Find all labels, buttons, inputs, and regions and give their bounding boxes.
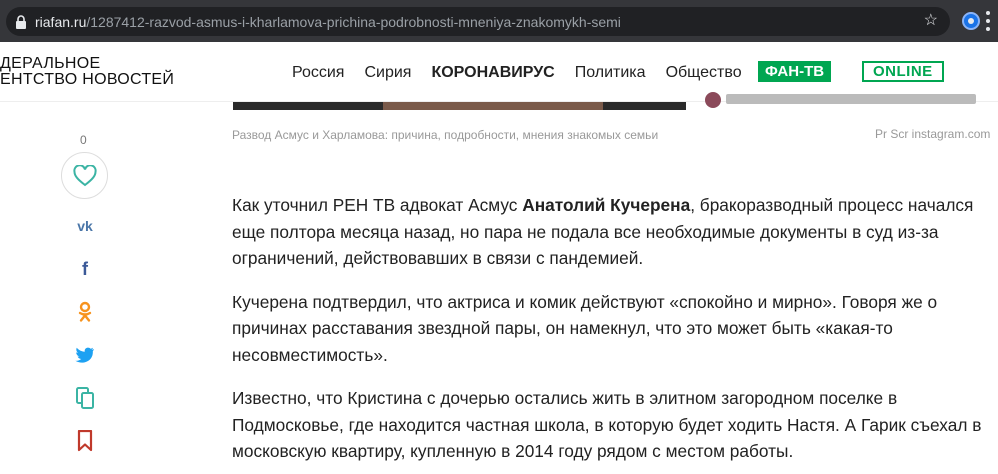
article-paragraph-2: Кучерена подтвердил, что актриса и комик… <box>232 291 938 365</box>
url-path: /1287412-razvod-asmus-i-kharlamova-prich… <box>86 14 621 30</box>
like-button[interactable] <box>61 152 108 199</box>
nav-politics[interactable]: Политика <box>575 64 646 82</box>
facebook-share-button[interactable]: f <box>72 256 98 282</box>
copy-icon <box>76 387 94 409</box>
copy-link-button[interactable] <box>72 385 98 411</box>
twitter-share-button[interactable] <box>72 342 98 368</box>
logo-line-1: ДЕРАЛЬНОЕ <box>0 55 101 72</box>
article-body: Как уточнил РЕН ТВ адвокат Асмус Анатоли… <box>232 192 982 474</box>
url-text[interactable]: riafan.ru/1287412-razvod-asmus-i-kharlam… <box>35 14 621 30</box>
heart-icon <box>72 164 97 186</box>
nav-syria[interactable]: Сирия <box>364 64 411 82</box>
vk-icon: vk <box>77 218 93 234</box>
p1-start: Как уточнил РЕН ТВ адвокат Асмус <box>232 195 523 215</box>
image-credit: Pr Scr instagram.com <box>875 127 991 141</box>
nav-coronavirus[interactable]: КОРОНАВИРУС <box>431 64 554 82</box>
logo-line-2: ЕНТСТВО НОВОСТЕЙ <box>0 71 175 88</box>
bookmark-icon <box>77 430 93 452</box>
instagram-embed-header <box>726 94 976 104</box>
fan-tv-button[interactable]: ФАН-ТВ <box>758 61 832 82</box>
article-paragraph-3: Известно, что Кристина с дочерью осталис… <box>232 388 982 461</box>
odnoklassniki-share-button[interactable] <box>72 299 98 325</box>
twitter-icon <box>75 347 94 363</box>
browser-menu-icon[interactable] <box>986 11 990 31</box>
odnoklassniki-icon <box>78 301 92 322</box>
vk-share-button[interactable]: vk <box>72 213 98 239</box>
address-bar[interactable]: riafan.ru/1287412-razvod-asmus-i-kharlam… <box>6 7 950 36</box>
main-nav: Россия Сирия КОРОНАВИРУС Политика Общест… <box>292 62 762 84</box>
facebook-icon: f <box>82 258 88 279</box>
site-header: ДЕРАЛЬНОЕ ЕНТСТВО НОВОСТЕЙ Россия Сирия … <box>0 42 998 102</box>
instagram-avatar <box>705 92 721 108</box>
lock-icon <box>16 15 26 29</box>
bookmark-button[interactable] <box>72 428 98 454</box>
nav-russia[interactable]: Россия <box>292 64 344 82</box>
lawyer-name: Анатолий Кучерена <box>522 195 691 215</box>
article-paragraph-1: Как уточнил РЕН ТВ адвокат Асмус Анатоли… <box>232 192 982 272</box>
extension-icon[interactable] <box>962 12 980 30</box>
site-logo[interactable]: ДЕРАЛЬНОЕ ЕНТСТВО НОВОСТЕЙ <box>0 56 174 88</box>
url-host: riafan.ru <box>35 14 87 30</box>
online-button[interactable]: ONLINE <box>862 61 944 82</box>
nav-society[interactable]: Общество <box>666 64 742 82</box>
bookmark-star-icon[interactable]: ☆ <box>924 12 938 30</box>
image-caption: Развод Асмус и Харламова: причина, подро… <box>232 128 659 142</box>
lead-image <box>233 102 686 110</box>
like-count: 0 <box>80 133 87 147</box>
browser-toolbar: riafan.ru/1287412-razvod-asmus-i-kharlam… <box>0 0 998 42</box>
